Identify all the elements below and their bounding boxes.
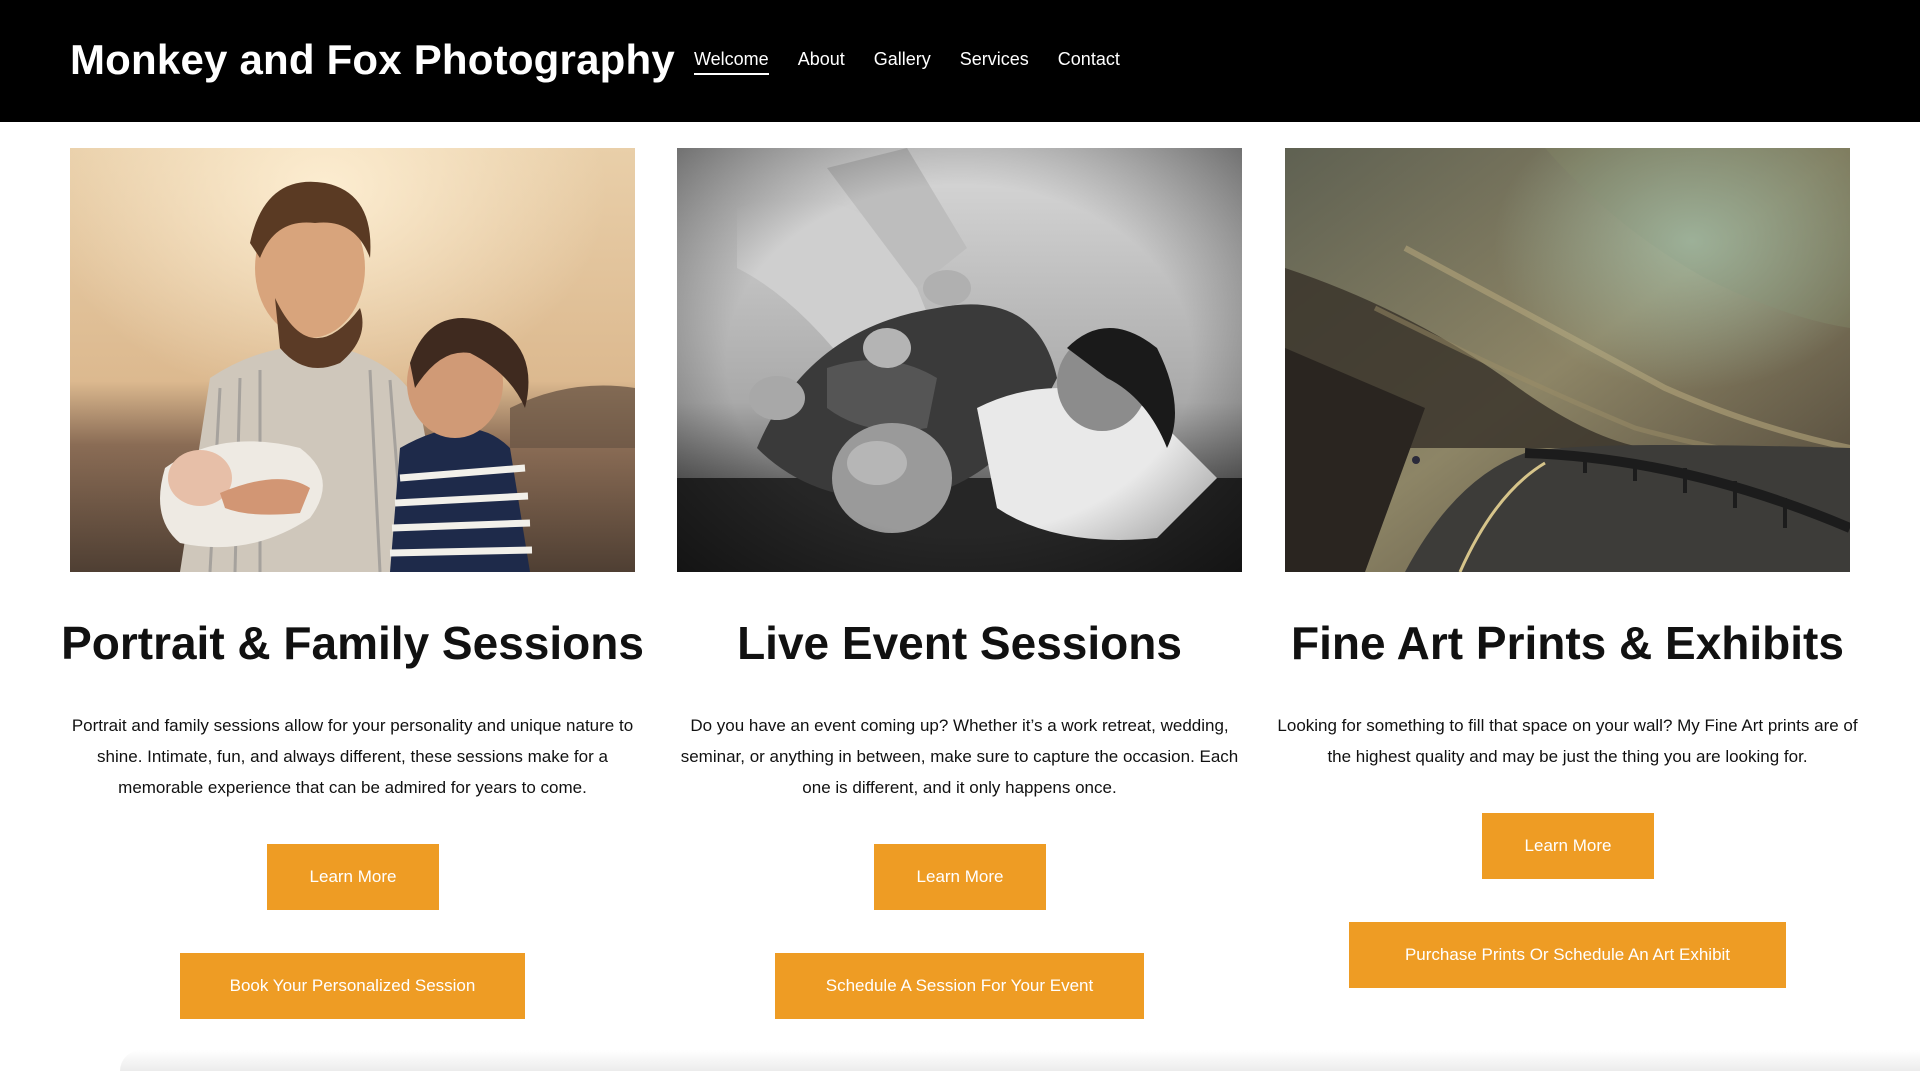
services-section: Portrait & Family Sessions Portrait and … bbox=[0, 0, 1920, 1071]
purchase-prints-button[interactable]: Purchase Prints Or Schedule An Art Exhib… bbox=[1349, 922, 1786, 988]
book-session-button[interactable]: Book Your Personalized Session bbox=[180, 953, 525, 1019]
section-description: Do you have an event coming up? Whether … bbox=[680, 716, 1239, 797]
portrait-family-photo bbox=[70, 148, 635, 572]
live-event-photo bbox=[677, 148, 1242, 572]
section-description: Portrait and family sessions allow for y… bbox=[71, 716, 634, 797]
learn-more-button[interactable]: Learn More bbox=[1482, 813, 1654, 879]
schedule-event-button[interactable]: Schedule A Session For Your Event bbox=[775, 953, 1144, 1019]
section-heading: Live Event Sessions bbox=[737, 617, 1182, 669]
section-description: Looking for something to fill that space… bbox=[1277, 716, 1858, 766]
learn-more-button[interactable]: Learn More bbox=[267, 844, 439, 910]
section-heading: Fine Art Prints & Exhibits bbox=[1291, 617, 1844, 669]
section-heading: Portrait & Family Sessions bbox=[61, 617, 644, 669]
learn-more-button[interactable]: Learn More bbox=[874, 844, 1046, 910]
fine-art-landscape-photo bbox=[1285, 148, 1850, 572]
bottom-shadow bbox=[120, 1050, 1920, 1071]
